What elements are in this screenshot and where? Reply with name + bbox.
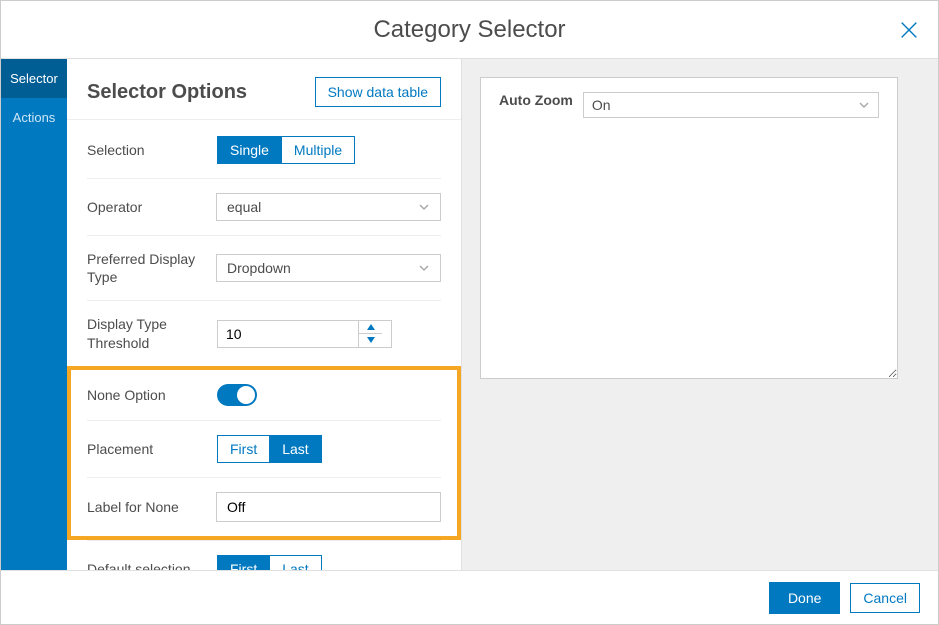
sidebar-item-actions[interactable]: Actions xyxy=(1,98,67,137)
preview-select-value: On xyxy=(592,97,611,113)
dialog-footer: Done Cancel xyxy=(1,570,938,624)
stepper-down-button[interactable] xyxy=(359,334,382,347)
threshold-input[interactable] xyxy=(218,321,358,347)
option-label: Default selection xyxy=(87,560,217,570)
chevron-up-icon xyxy=(367,324,375,330)
display-type-value: Dropdown xyxy=(227,260,291,276)
option-row-threshold: Display Type Threshold xyxy=(87,300,441,365)
selection-multiple-button[interactable]: Multiple xyxy=(282,136,355,164)
option-row-default-selection: Default selection First Last xyxy=(87,540,441,570)
close-icon xyxy=(898,19,920,41)
option-label: Operator xyxy=(87,198,216,216)
default-selection-toggle-group: First Last xyxy=(217,555,322,570)
option-row-placement: Placement First Last xyxy=(87,420,441,477)
none-option-toggle[interactable] xyxy=(217,384,257,406)
option-label: Preferred Display Type xyxy=(87,250,216,286)
chevron-down-icon xyxy=(858,99,870,111)
dialog: Category Selector Selector Actions Selec… xyxy=(0,0,939,625)
cancel-button[interactable]: Cancel xyxy=(850,583,920,613)
preview-panel: Auto Zoom On xyxy=(462,59,938,570)
stepper-up-button[interactable] xyxy=(359,321,382,335)
preview-label: Auto Zoom xyxy=(499,92,573,108)
label-for-none-input[interactable] xyxy=(216,492,441,522)
sidebar-item-label: Selector xyxy=(10,71,58,86)
close-button[interactable] xyxy=(898,19,920,44)
option-control: First Last xyxy=(217,435,441,463)
option-row-display-type: Preferred Display Type Dropdown xyxy=(87,235,441,300)
option-row-none-option: None Option xyxy=(87,370,441,420)
option-label: Selection xyxy=(87,141,217,159)
stepper-buttons xyxy=(358,321,382,347)
option-control: First Last xyxy=(217,555,441,570)
dialog-title: Category Selector xyxy=(373,16,565,44)
sidebar-item-selector[interactable]: Selector xyxy=(1,59,67,98)
chevron-down-icon xyxy=(367,337,375,343)
chevron-down-icon xyxy=(418,201,430,213)
preview-select[interactable]: On xyxy=(583,92,879,118)
main-area: Selector Options Show data table Selecti… xyxy=(67,59,938,570)
options-panel-header: Selector Options Show data table xyxy=(67,59,461,119)
chevron-down-icon xyxy=(418,262,430,274)
toggle-knob xyxy=(237,386,255,404)
option-row-operator: Operator equal xyxy=(87,178,441,235)
placement-first-button[interactable]: First xyxy=(217,435,270,463)
default-last-button[interactable]: Last xyxy=(270,555,321,570)
display-type-select[interactable]: Dropdown xyxy=(216,254,441,282)
option-control: equal xyxy=(216,193,441,221)
default-first-button[interactable]: First xyxy=(217,555,270,570)
selection-toggle-group: Single Multiple xyxy=(217,136,355,164)
option-row-label-for-none: Label for None xyxy=(87,477,441,536)
options-scroll[interactable]: Selection Single Multiple Operator xyxy=(67,119,461,570)
option-control: Single Multiple xyxy=(217,136,441,164)
option-control xyxy=(217,320,441,348)
highlight-section: None Option Placement Firs xyxy=(67,366,461,540)
sidebar: Selector Actions xyxy=(1,59,67,570)
placement-last-button[interactable]: Last xyxy=(270,435,321,463)
option-control xyxy=(217,384,441,406)
selection-single-button[interactable]: Single xyxy=(217,136,282,164)
dialog-body: Selector Actions Selector Options Show d… xyxy=(1,59,938,570)
option-label: Display Type Threshold xyxy=(87,315,217,351)
option-label: None Option xyxy=(87,386,217,404)
preview-box[interactable]: Auto Zoom On xyxy=(480,77,898,379)
placement-toggle-group: First Last xyxy=(217,435,322,463)
operator-value: equal xyxy=(227,199,261,215)
operator-select[interactable]: equal xyxy=(216,193,441,221)
sidebar-item-label: Actions xyxy=(13,110,56,125)
options-panel-title: Selector Options xyxy=(87,81,247,104)
done-button[interactable]: Done xyxy=(769,582,840,614)
option-row-selection: Selection Single Multiple xyxy=(87,120,441,178)
option-control xyxy=(216,492,441,522)
option-control: Dropdown xyxy=(216,254,441,282)
option-label: Label for None xyxy=(87,498,216,516)
dialog-header: Category Selector xyxy=(1,1,938,59)
options-panel: Selector Options Show data table Selecti… xyxy=(67,59,462,570)
show-data-table-button[interactable]: Show data table xyxy=(315,77,441,107)
option-label: Placement xyxy=(87,440,217,458)
threshold-stepper xyxy=(217,320,392,348)
